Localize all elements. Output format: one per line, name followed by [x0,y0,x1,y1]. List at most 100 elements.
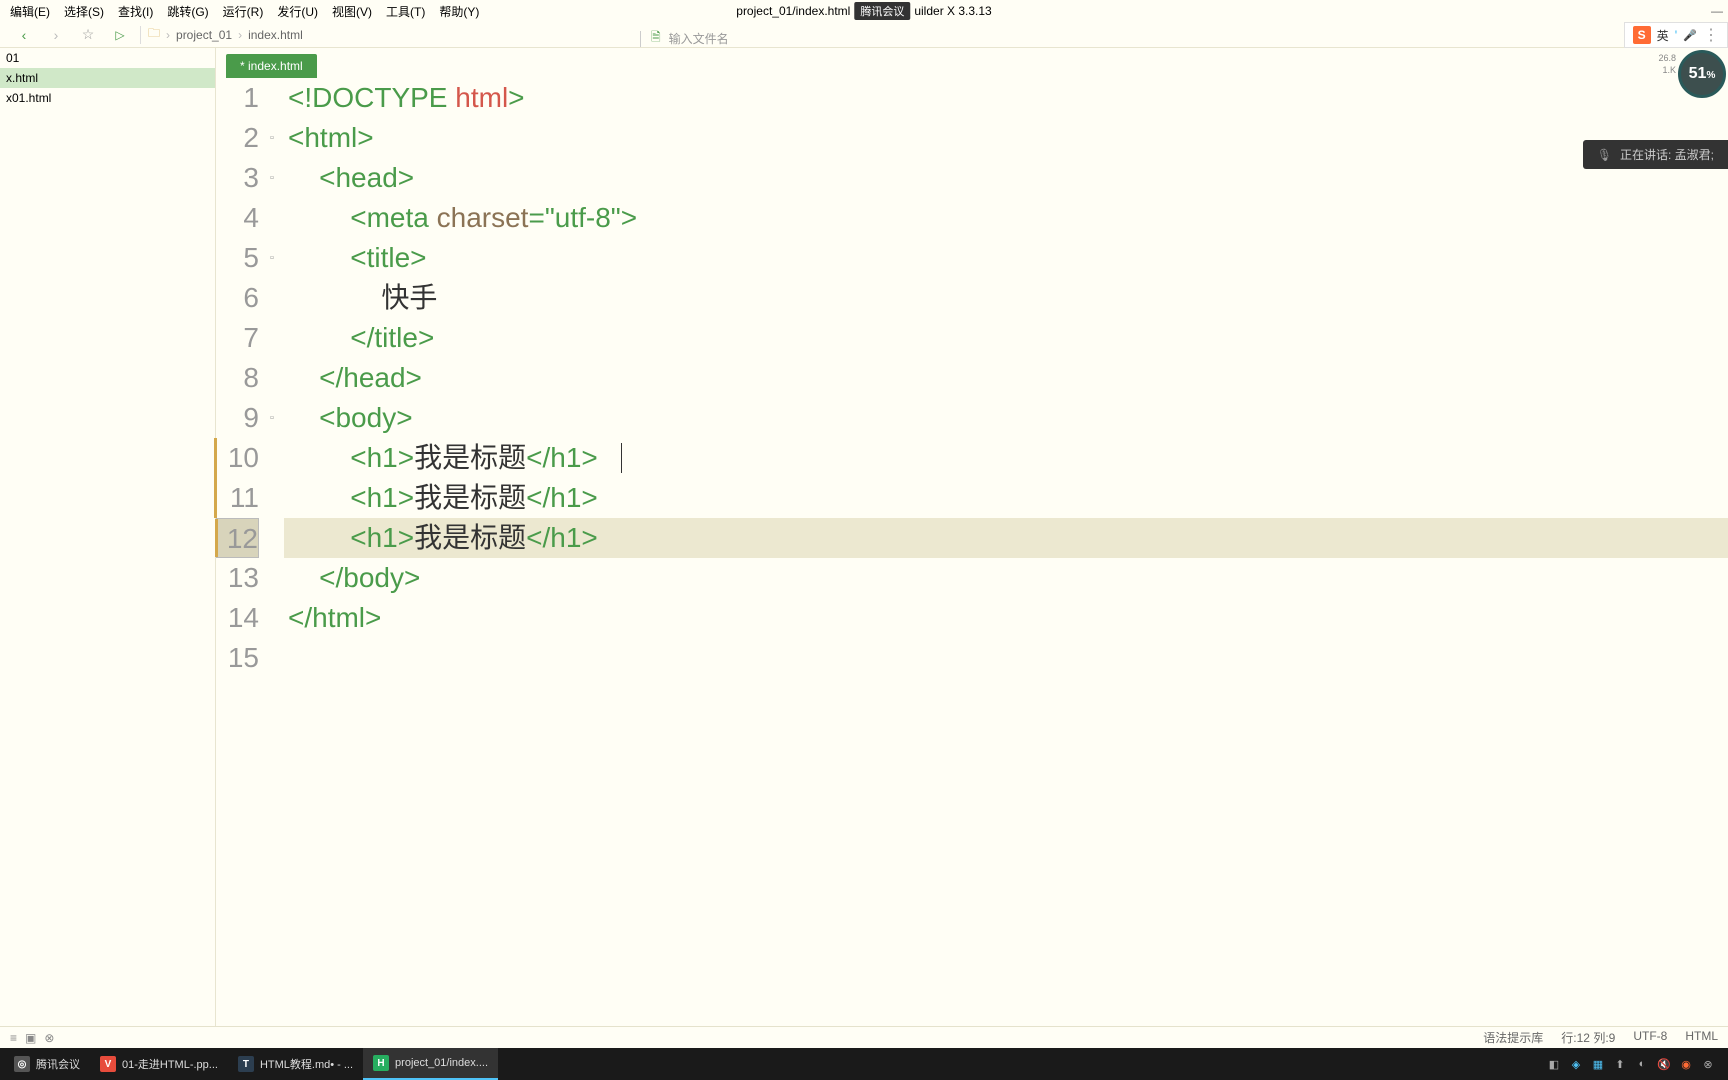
line-number: 3 [216,158,259,198]
breadcrumb-project[interactable]: project_01 [176,28,232,42]
tray-icon[interactable]: ◧ [1546,1056,1562,1072]
sync-icon[interactable]: ⊗ [44,1031,54,1045]
speaker-label: 正在讲话: 孟淑君; [1620,146,1714,163]
code-line[interactable] [284,638,1728,678]
code-line[interactable]: </body> [284,558,1728,598]
fold-marker[interactable] [270,78,284,118]
status-encoding[interactable]: UTF-8 [1633,1029,1667,1046]
tray-icon[interactable]: ◉ [1678,1056,1694,1072]
code-line[interactable]: <h1>我是标题</h1> [284,518,1728,558]
menu-goto[interactable]: 跳转(G) [160,3,215,20]
forward-icon[interactable]: › [46,25,66,45]
menu-select[interactable]: 选择(S) [57,3,111,20]
separator [140,26,141,44]
code-line[interactable]: <body> [284,398,1728,438]
menu-publish[interactable]: 发行(U) [270,3,325,20]
tray-icon[interactable]: ⬆ [1612,1056,1628,1072]
ime-comma-icon: ' [1675,27,1678,43]
code-editor[interactable]: 123456789101112131415 ▫▫▫▫ <!DOCTYPE htm… [216,78,1728,1026]
system-tray: ◧ ◈ ▦ ⬆ ◐ 🔇 ◉ ⊗ [1546,1056,1724,1072]
line-number: 2 [216,118,259,158]
fold-marker[interactable] [270,318,284,358]
status-language[interactable]: HTML [1685,1029,1718,1046]
status-bar: ≡ ▣ ⊗ 语法提示库 行:12 列:9 UTF-8 HTML [0,1026,1728,1048]
fold-marker[interactable] [270,598,284,638]
line-number: 11 [216,478,259,518]
menu-view[interactable]: 视图(V) [325,3,379,20]
ime-badge-icon: S [1633,26,1651,44]
minimize-icon[interactable]: — [1711,4,1723,18]
line-number: 12 [216,518,259,558]
code-line[interactable]: </head> [284,358,1728,398]
menu-edit[interactable]: 编辑(E) [3,3,57,20]
tray-icon[interactable]: ▦ [1590,1056,1606,1072]
taskbar: ◎ 腾讯会议 V 01-走进HTML-.pp... T HTML教程.md• -… [0,1048,1728,1080]
code-line[interactable]: <meta charset="utf-8"> [284,198,1728,238]
tray-shield-icon[interactable]: ◈ [1568,1056,1584,1072]
window-title: project_01/index.html 腾讯会议 uilder X 3.3.… [736,2,991,20]
mic-icon: 🎙 [1597,148,1612,162]
speaker-indicator: 🎙 正在讲话: 孟淑君; [1583,140,1728,169]
fold-marker[interactable] [270,278,284,318]
tray-icon[interactable]: ◐ [1634,1056,1650,1072]
taskbar-item-ppt[interactable]: V 01-走进HTML-.pp... [90,1048,228,1080]
run-icon[interactable]: ▷ [110,25,130,45]
ime-indicator[interactable]: S 英 ' 🎤 ⋮ [1624,22,1728,48]
code-line[interactable]: </html> [284,598,1728,638]
menu-tools[interactable]: 工具(T) [379,3,432,20]
fold-marker[interactable]: ▫ [270,118,284,158]
terminal-icon[interactable]: ▣ [25,1031,36,1045]
tray-close-icon[interactable]: ⊗ [1700,1056,1716,1072]
line-number: 10 [216,438,259,478]
perf-net: 26.8 1.K [1658,52,1676,76]
app-icon: H [373,1055,389,1071]
code-line[interactable]: <title> [284,238,1728,278]
menu-help[interactable]: 帮助(Y) [432,3,486,20]
tray-volume-icon[interactable]: 🔇 [1656,1056,1672,1072]
code-line[interactable]: <h1>我是标题</h1> [284,438,1728,478]
breadcrumb: 🗀 › project_01 › index.html [145,24,306,45]
code-line[interactable]: </title> [284,318,1728,358]
fold-marker[interactable] [270,518,284,558]
fold-marker[interactable] [270,558,284,598]
fold-marker[interactable] [270,438,284,478]
menu-find[interactable]: 查找(I) [111,3,160,20]
sidebar-item-file[interactable]: x01.html [0,88,215,108]
fold-marker[interactable]: ▫ [270,158,284,198]
sidebar-item-folder[interactable]: 01 [0,48,215,68]
code-line[interactable]: <html> [284,118,1728,158]
folder-icon: 🗀 [148,24,160,45]
fold-column: ▫▫▫▫ [270,78,284,1026]
file-search[interactable]: 🗎 输入文件名 [640,28,729,49]
taskbar-item-hbuilder[interactable]: H project_01/index.... [363,1048,498,1080]
breadcrumb-file[interactable]: index.html [248,28,303,42]
code-line[interactable]: 快手 [284,278,1728,318]
window-controls: — [1711,4,1723,18]
fold-marker[interactable] [270,638,284,678]
fold-marker[interactable]: ▫ [270,398,284,438]
menu-run[interactable]: 运行(R) [216,3,271,20]
search-placeholder: 输入文件名 [669,30,729,47]
text-cursor [621,443,622,473]
tab-active[interactable]: * index.html [226,54,317,78]
taskbar-item-meeting[interactable]: ◎ 腾讯会议 [4,1048,90,1080]
fold-marker[interactable]: ▫ [270,238,284,278]
list-icon[interactable]: ≡ [10,1031,17,1045]
star-icon[interactable]: ☆ [78,25,98,45]
fold-marker[interactable] [270,198,284,238]
back-icon[interactable]: ‹ [14,25,34,45]
status-syntax[interactable]: 语法提示库 [1483,1029,1543,1046]
sidebar-item-file-active[interactable]: x.html [0,68,215,88]
line-number: 9 [216,398,259,438]
fold-marker[interactable] [270,358,284,398]
code-line[interactable]: <head> [284,158,1728,198]
fold-marker[interactable] [270,478,284,518]
status-position[interactable]: 行:12 列:9 [1561,1029,1615,1046]
line-number: 6 [216,278,259,318]
line-number: 7 [216,318,259,358]
taskbar-item-md[interactable]: T HTML教程.md• - ... [228,1048,363,1080]
code-line[interactable]: <h1>我是标题</h1> [284,478,1728,518]
code-content[interactable]: <!DOCTYPE html><html> <head> <meta chars… [284,78,1728,1026]
code-line[interactable]: <!DOCTYPE html> [284,78,1728,118]
performance-widget[interactable]: 51% [1678,50,1726,98]
